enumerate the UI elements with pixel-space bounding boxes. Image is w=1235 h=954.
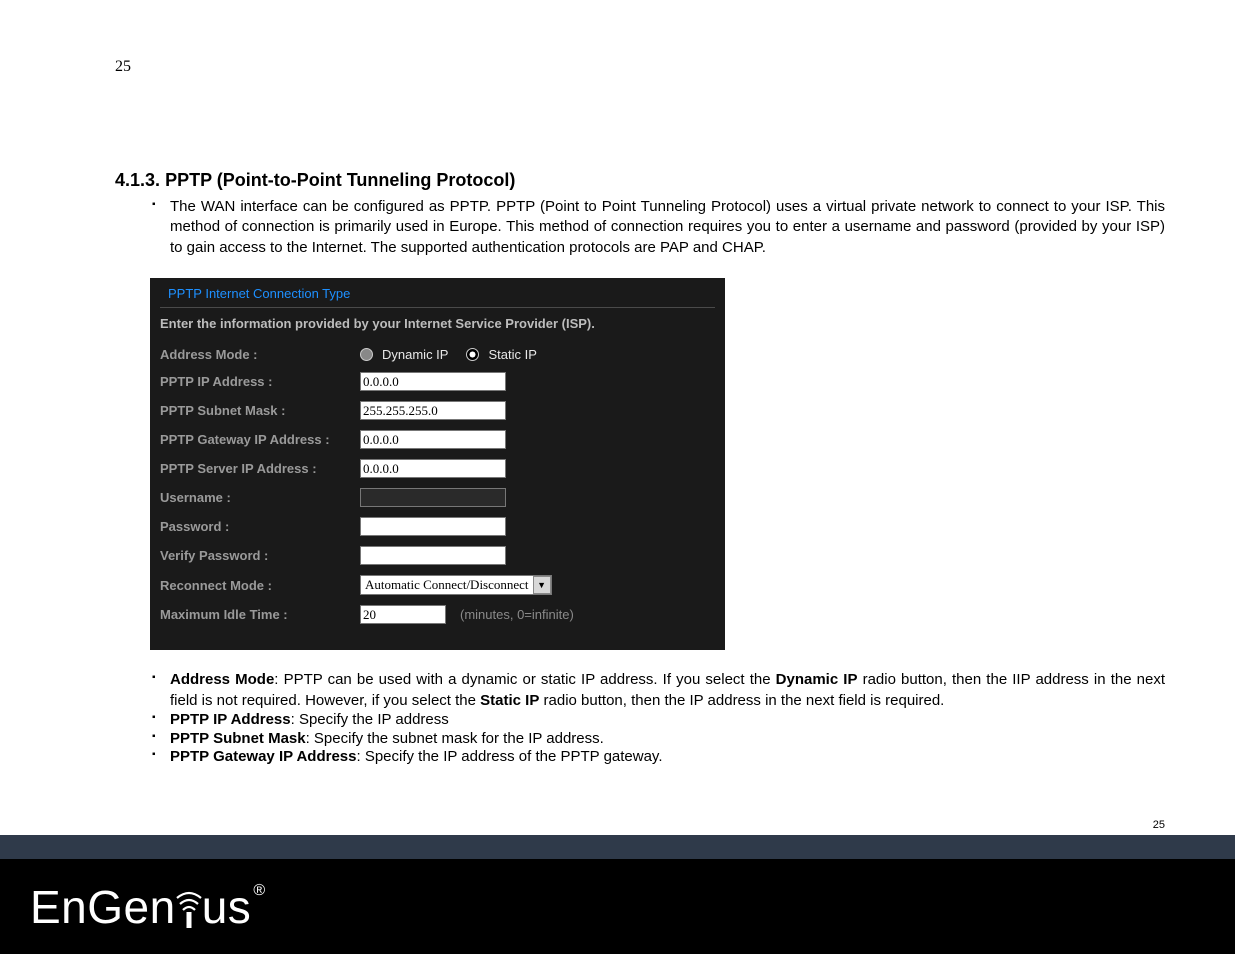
username-input[interactable]: [360, 488, 506, 507]
password-input[interactable]: [360, 517, 506, 536]
gateway-label: PPTP Gateway IP Address :: [160, 432, 360, 448]
subnet-input[interactable]: [360, 401, 506, 420]
desc-gateway-term: PPTP Gateway IP Address: [170, 748, 356, 765]
wifi-icon: [174, 886, 204, 928]
address-mode-label: Address Mode :: [160, 347, 360, 363]
idle-hint: (minutes, 0=infinite): [460, 607, 574, 622]
desc-static-ip: Static IP: [480, 692, 539, 709]
pptp-ip-label: PPTP IP Address :: [160, 374, 360, 390]
subnet-label: PPTP Subnet Mask :: [160, 403, 360, 419]
reconnect-label: Reconnect Mode :: [160, 578, 360, 594]
logo-text-1: EnGen: [30, 880, 176, 934]
desc-text: : Specify the subnet mask for the IP add…: [306, 730, 604, 747]
server-input[interactable]: [360, 459, 506, 478]
page-number-top: 25: [115, 58, 131, 76]
logo-text-2: us: [202, 880, 252, 934]
username-label: Username :: [160, 490, 360, 506]
chevron-down-icon: ▼: [533, 576, 551, 594]
desc-pptp-ip-term: PPTP IP Address: [170, 711, 291, 728]
section-heading: 4.1.3. PPTP (Point-to-Point Tunneling Pr…: [115, 170, 1165, 191]
config-panel: PPTP Internet Connection Type Enter the …: [150, 278, 725, 651]
engenius-logo: EnGen us ®: [30, 880, 266, 934]
desc-pptp-ip: PPTP IP Address: Specify the IP address: [115, 711, 1165, 730]
verify-password-input[interactable]: [360, 546, 506, 565]
reconnect-select[interactable]: Automatic Connect/Disconnect ▼: [360, 575, 552, 595]
password-label: Password :: [160, 519, 360, 535]
server-label: PPTP Server IP Address :: [160, 461, 360, 477]
desc-subnet: PPTP Subnet Mask: Specify the subnet mas…: [115, 730, 1165, 749]
desc-subnet-term: PPTP Subnet Mask: [170, 730, 306, 747]
section-number: 4.1.3.: [115, 170, 160, 190]
intro-bullet: The WAN interface can be configured as P…: [115, 197, 1165, 258]
footer-page-number: 25: [1153, 819, 1165, 831]
section-title: PPTP (Point-to-Point Tunneling Protocol): [165, 170, 515, 190]
logo-area: EnGen us ®: [0, 859, 1235, 954]
gateway-input[interactable]: [360, 430, 506, 449]
pptp-ip-input[interactable]: [360, 372, 506, 391]
desc-address-mode-term: Address Mode: [170, 671, 274, 688]
desc-address-mode: Address Mode: PPTP can be used with a dy…: [115, 670, 1165, 711]
radio-dynamic-ip[interactable]: [360, 348, 373, 361]
radio-static-label: Static IP: [488, 347, 536, 362]
idle-label: Maximum Idle Time :: [160, 607, 360, 623]
panel-subtitle: Enter the information provided by your I…: [150, 308, 725, 345]
footer: 25 EnGen us ®: [0, 835, 1235, 954]
panel-title: PPTP Internet Connection Type: [150, 278, 725, 307]
reconnect-value: Automatic Connect/Disconnect: [361, 577, 533, 593]
registered-icon: ®: [253, 882, 265, 900]
desc-gateway: PPTP Gateway IP Address: Specify the IP …: [115, 748, 1165, 767]
verify-password-label: Verify Password :: [160, 548, 360, 564]
radio-dynamic-label: Dynamic IP: [382, 347, 448, 362]
footer-bar: [0, 835, 1235, 859]
desc-text: : Specify the IP address of the PPTP gat…: [356, 748, 662, 765]
idle-input[interactable]: [360, 605, 446, 624]
desc-text: radio button, then the IP address in the…: [539, 692, 944, 709]
desc-text: : PPTP can be used with a dynamic or sta…: [274, 671, 775, 688]
desc-dynamic-ip: Dynamic IP: [776, 671, 858, 688]
radio-static-ip[interactable]: [466, 348, 479, 361]
desc-text: : Specify the IP address: [291, 711, 449, 728]
content-area: 4.1.3. PPTP (Point-to-Point Tunneling Pr…: [115, 170, 1165, 767]
